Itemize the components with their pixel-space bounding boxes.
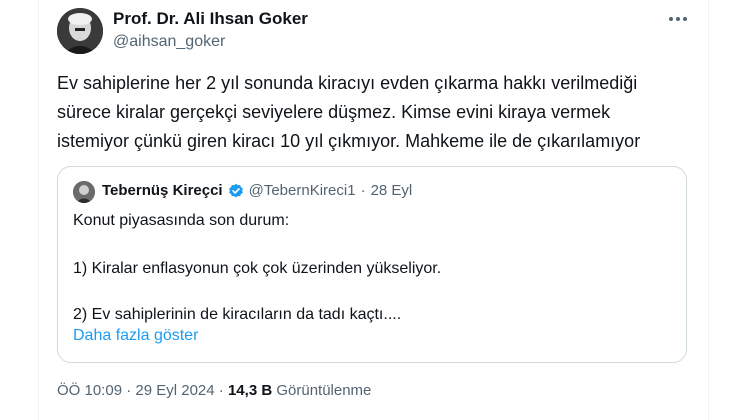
frame-border-right (708, 0, 709, 420)
tweet-time[interactable]: ÖÖ 10:09 (57, 382, 122, 399)
quoted-author-handle[interactable]: @TebernKireci1 (249, 182, 356, 199)
meta-separator: · (126, 382, 132, 399)
quoted-author-name[interactable]: Tebernüş Kireçci (102, 182, 223, 199)
tweet-text-line: sürece kiralar gerçekçi seviyelere düşme… (57, 102, 611, 122)
quoted-tweet[interactable]: Tebernüş Kireçci @TebernKireci1 · 28 Eyl… (57, 166, 687, 363)
quoted-text-line: 2) Ev sahiplerinin de kiracıların da tad… (73, 306, 402, 323)
quoted-separator: · (360, 182, 366, 199)
more-options-icon[interactable] (665, 9, 691, 29)
quoted-text-line: Konut piyasasında son durum: (73, 212, 290, 229)
quoted-date[interactable]: 28 Eyl (371, 182, 413, 199)
author-handle[interactable]: @aihsan_goker (113, 33, 225, 51)
tweet-card: Prof. Dr. Ali Ihsan Goker @aihsan_goker … (0, 0, 730, 420)
show-more-link[interactable]: Daha fazla göster (73, 327, 198, 345)
meta-separator: · (218, 382, 224, 399)
tweet-text-line: istemiyor çünkü giren kiracı 10 yıl çıkm… (57, 131, 641, 151)
frame-border-left (38, 0, 39, 420)
tweet-text: Ev sahiplerine her 2 yıl sonunda kiracıy… (57, 69, 697, 156)
quoted-text-line: 1) Kiralar enflasyonun çok çok üzerinden… (73, 260, 442, 277)
views-count: 14,3 B (227, 382, 273, 399)
verified-badge-icon (228, 183, 244, 199)
quoted-header: Tebernüş Kireçci @TebernKireci1 · 28 Eyl (102, 182, 412, 199)
views-label: Görüntülenme (276, 382, 372, 399)
author-avatar[interactable] (57, 8, 103, 54)
tweet-text-line: Ev sahiplerine her 2 yıl sonunda kiracıy… (57, 73, 638, 93)
tweet-date[interactable]: 29 Eyl 2024 (135, 382, 214, 399)
author-name[interactable]: Prof. Dr. Ali Ihsan Goker (113, 9, 308, 29)
tweet-meta: ÖÖ 10:09 · 29 Eyl 2024 · 14,3 B Görüntül… (57, 382, 371, 399)
quoted-author-avatar[interactable] (73, 181, 95, 203)
